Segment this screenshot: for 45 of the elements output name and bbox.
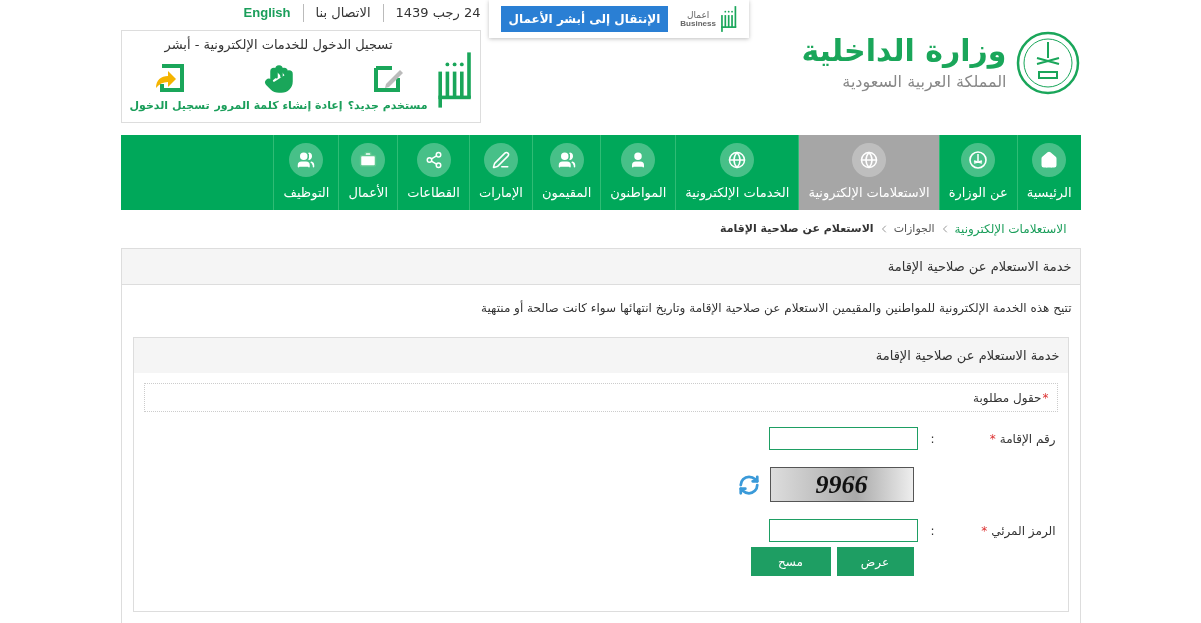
login-arrow-icon (153, 61, 186, 94)
field-label: رقم الإقامة (999, 430, 1056, 448)
calligraphy-icon (491, 150, 510, 169)
home-icon (1040, 150, 1059, 169)
login-title: تسجيل الدخول للخدمات الإلكترونية - أبشر (164, 35, 393, 55)
panel-title: خدمة الاستعلام عن صلاحية الإقامة (887, 257, 1072, 277)
logo-word: اعمال (686, 10, 710, 20)
bars-logo (719, 5, 737, 33)
login-option[interactable]: إعادة إنشاء كلمة المرور (214, 63, 343, 114)
breadcrumb-current: الاستعلام عن صلاحية الإقامة (720, 220, 874, 237)
required-mark: * (989, 430, 996, 448)
language-link[interactable]: English (243, 3, 291, 23)
login-option[interactable]: تسجيل الدخول (129, 61, 210, 114)
colon-text: : (929, 430, 936, 448)
briefcase-icon (359, 150, 378, 169)
input-field[interactable] (768, 519, 918, 542)
input-field[interactable] (768, 427, 918, 450)
required-mark: * (981, 522, 988, 540)
required-mark: * (1042, 389, 1049, 407)
login-option[interactable]: مستخدم جديد؟ (347, 61, 428, 114)
captcha-text: 9966 (815, 469, 868, 501)
bars-logo (435, 50, 472, 110)
date-text: 24 رجب 1439 (395, 4, 481, 23)
breadcrumb-link[interactable]: الاستعلامات الإلكترونية (954, 220, 1067, 238)
description-text: تتيح هذه الخدمة الإلكترونية للمواطنين والمقيمين الاستعلام عن صلاحية الإقامة وتاريخ انتهائها سواء كانت صالحة أو منتهية (480, 299, 1073, 318)
country-name: المملكة العربية السعودية (841, 70, 1007, 94)
required-note: حقول مطلوبة (973, 389, 1042, 407)
globe-icon (860, 150, 879, 169)
contact-link[interactable]: الاتصال بنا (315, 3, 371, 23)
logo-caption: Business (680, 19, 716, 28)
emblem-logo (1014, 30, 1081, 96)
colon-text: : (929, 522, 936, 540)
globe-icon (728, 150, 747, 169)
nav-item[interactable]: الاستعلامات الإلكترونية (798, 135, 939, 210)
field-label: الرمز المرئي (991, 522, 1056, 540)
people-icon (557, 150, 576, 169)
form-button[interactable]: عرض (836, 547, 914, 576)
refresh-icon[interactable] (737, 473, 760, 496)
network-icon (424, 150, 443, 169)
ministry-name: وزارة الداخلية (801, 32, 1007, 70)
business-button[interactable]: الإنتقال إلى أبشر الأعمال (500, 6, 669, 32)
form-title: خدمة الاستعلام عن صلاحية الإقامة (875, 346, 1060, 366)
team-icon (297, 150, 316, 169)
form-button[interactable]: مسح (750, 547, 831, 576)
breadcrumb-link[interactable]: الجوازات (893, 220, 935, 238)
